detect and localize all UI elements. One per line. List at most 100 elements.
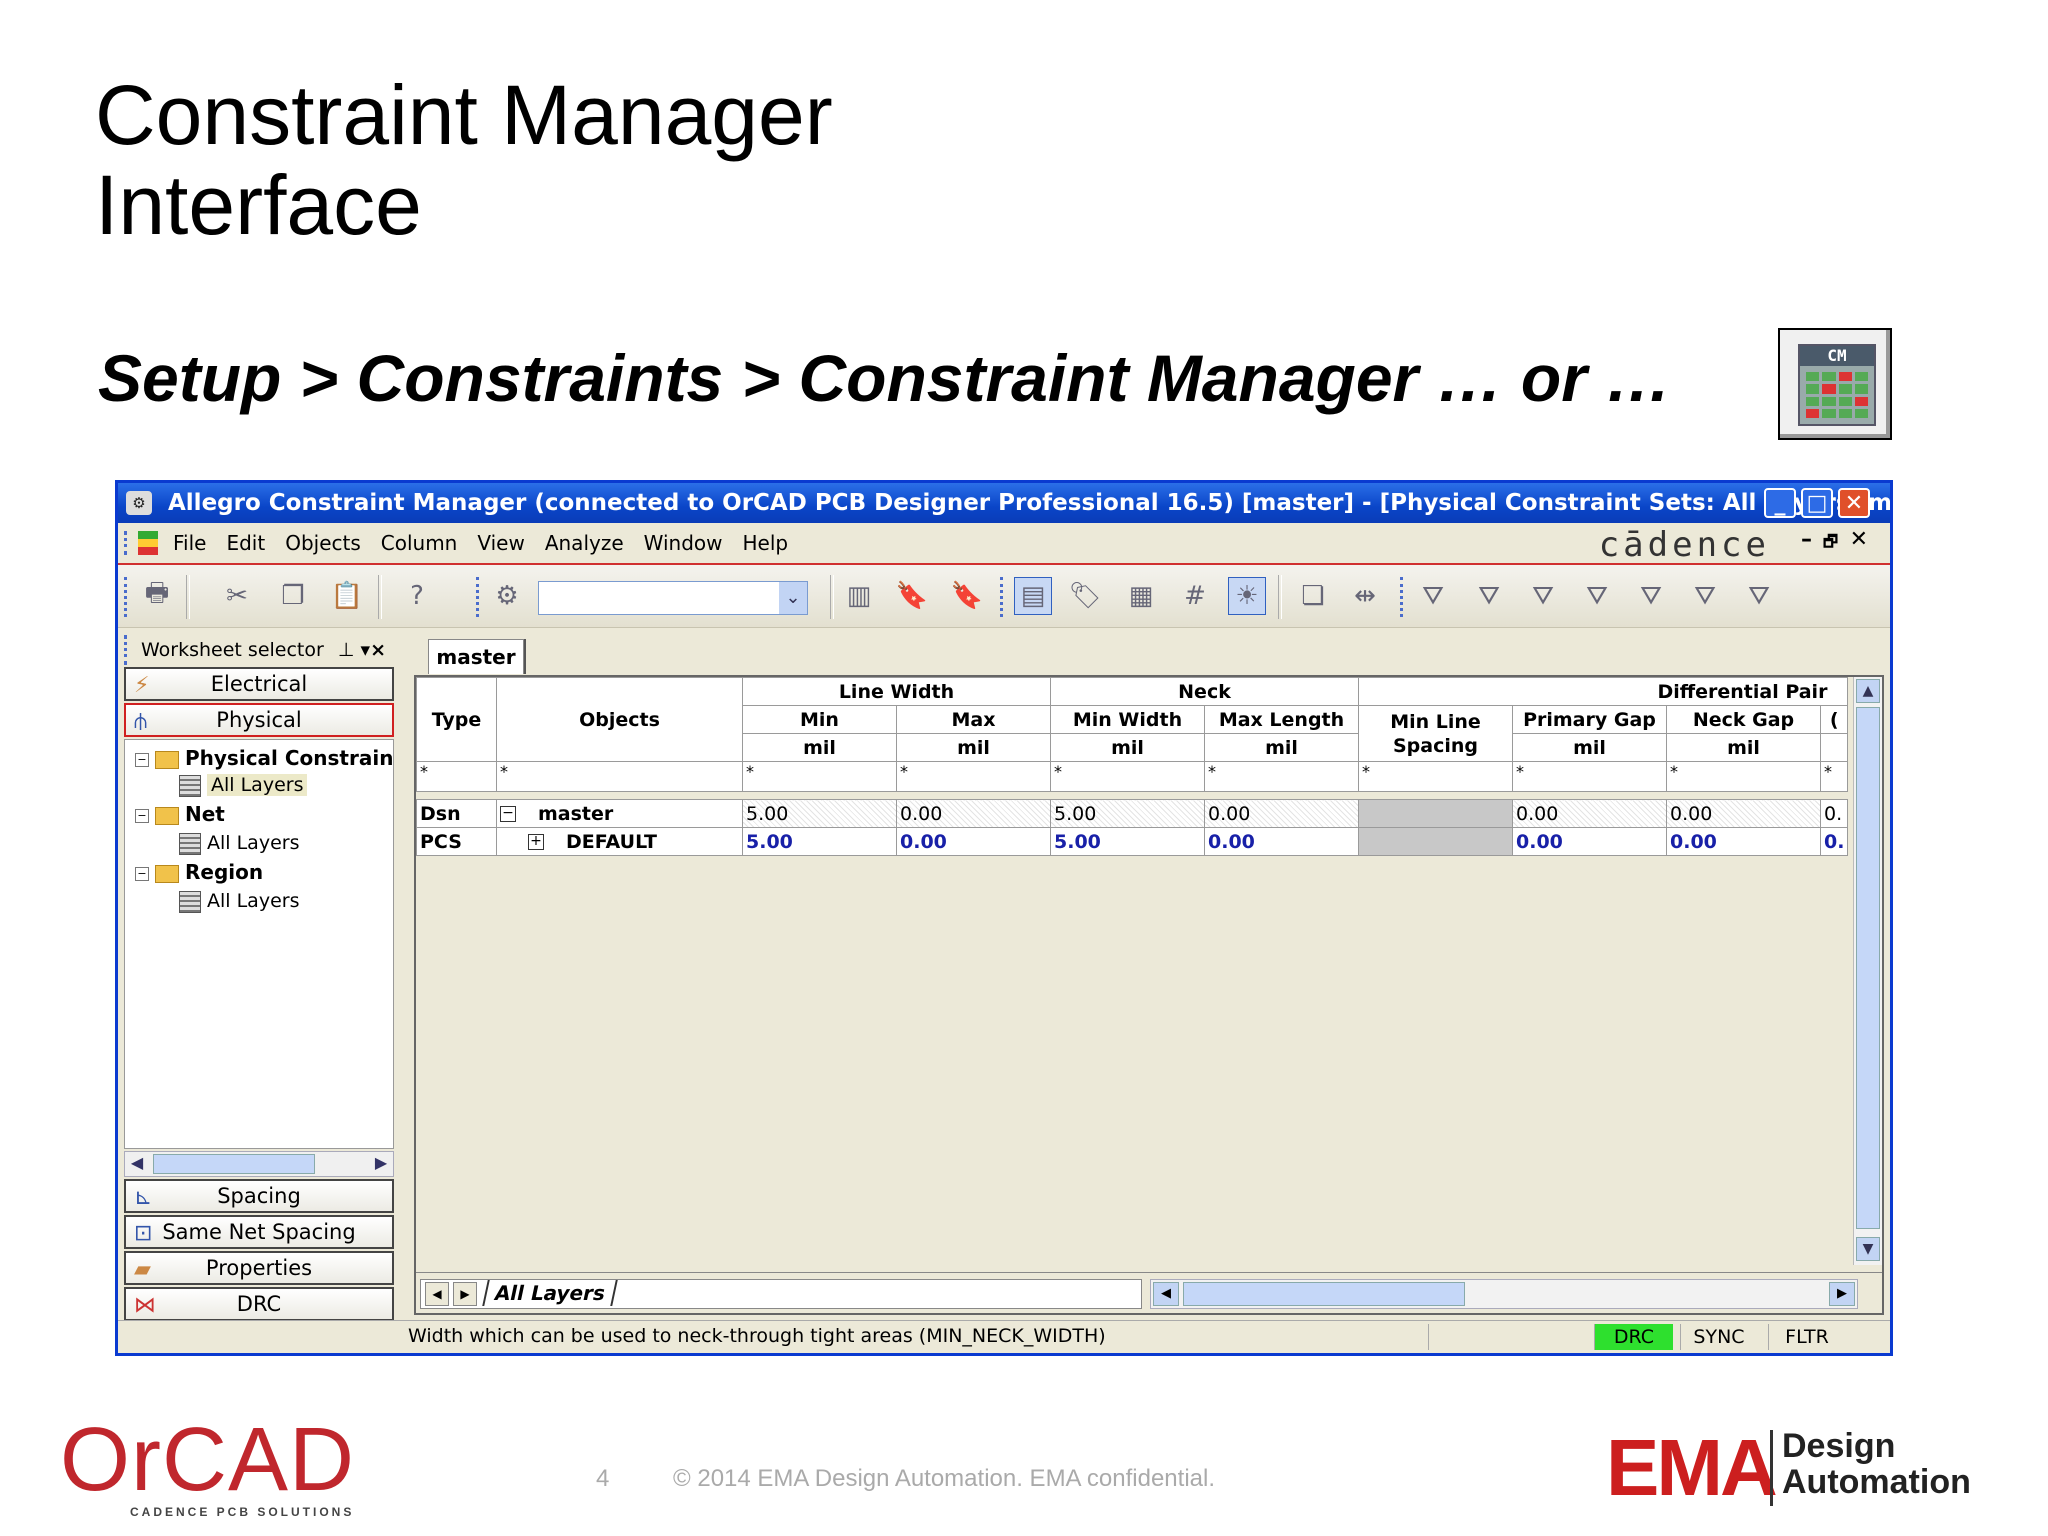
cell-neck-gap[interactable]: 0.00 [1666,799,1821,828]
collapse-icon[interactable]: − [135,866,149,881]
connect-icon[interactable]: ⇹ [1346,577,1384,615]
filter-icon[interactable]: ⛛ [1414,577,1452,615]
menu-item-window[interactable]: Window [644,531,723,555]
menu-item-file[interactable]: File [173,531,206,555]
tree-item-net[interactable]: − Net [135,802,225,826]
cell-min-line[interactable] [1358,827,1513,856]
filter-cell[interactable]: * [1512,761,1667,792]
tree-horizontal-scrollbar[interactable]: ◀ ▶ [124,1151,394,1177]
minimize-button[interactable]: _ [1764,488,1796,518]
filter-settings-icon[interactable]: ⛛ [1632,577,1670,615]
toolbar-grip[interactable] [124,577,131,617]
tab-next-icon[interactable]: ▶ [453,1282,477,1306]
menu-item-objects[interactable]: Objects [285,531,361,555]
help-icon[interactable]: ? [398,577,436,615]
toolbar-grip[interactable] [1400,577,1407,617]
object-combo[interactable]: ⌄ [538,581,808,615]
cell-object[interactable]: + DEFAULT [496,827,743,856]
group-neck[interactable]: Neck [1050,677,1359,706]
expand-icon[interactable]: + [528,834,544,850]
bookmark-down-icon[interactable]: 🔖 [893,577,931,615]
filter-color-icon[interactable]: ⛛ [1740,577,1778,615]
worksheet-view-icon[interactable]: ▤ [1014,577,1052,615]
filter-cell[interactable]: * [742,761,897,792]
filter-cell[interactable]: * [1050,761,1205,792]
menu-item-column[interactable]: Column [381,531,458,555]
filter-cell[interactable]: * [1204,761,1359,792]
cell-lw-min[interactable]: 5.00 [742,827,897,856]
constraint-manager-toolbar-icon[interactable]: CM [1778,328,1892,440]
filter-cell[interactable]: * [1358,761,1513,792]
column-objects[interactable]: Objects [496,677,743,762]
mdi-close-button[interactable]: ✕ [1850,527,1868,552]
column-neck-min-width[interactable]: Min Width [1050,705,1205,734]
column-lw-min[interactable]: Min [742,705,897,734]
cell-min-line[interactable] [1358,799,1513,828]
table-row-dsn[interactable]: Dsn − master 5.00 0.00 5.00 0.00 0.00 0.0… [416,799,1849,828]
tree-item-all-layers-net[interactable]: All Layers [179,832,299,855]
chart-icon[interactable]: ▥ [840,577,878,615]
object-select-icon[interactable]: ⚙ [488,577,526,615]
bookmark-up-icon[interactable]: 🔖 [948,577,986,615]
cell-primary-gap[interactable]: 0.00 [1512,799,1667,828]
paste-icon[interactable]: 📋 [328,577,366,615]
column-lw-max[interactable]: Max [896,705,1051,734]
cell-type[interactable]: PCS [416,827,497,856]
cell-object[interactable]: − master [496,799,743,828]
cell-lw-max[interactable]: 0.00 [896,827,1051,856]
menu-item-view[interactable]: View [477,531,524,555]
scroll-thumb[interactable] [1183,1282,1465,1306]
mdi-restore-button[interactable]: 🗗 [1823,531,1838,558]
status-sync[interactable]: SYNC [1680,1324,1757,1350]
scroll-right-icon[interactable]: ▶ [369,1152,393,1174]
table-row-pcs[interactable]: PCS + DEFAULT 5.00 0.00 5.00 0.00 0.00 0.… [416,827,1849,856]
scroll-down-icon[interactable]: ▼ [1856,1237,1880,1261]
cell-type[interactable]: Dsn [416,799,497,828]
tab-physical[interactable]: ⫛ Physical [124,703,394,737]
filter-cell[interactable]: * [416,761,497,792]
tree-item-region[interactable]: − Region [135,860,263,884]
filter-cell[interactable]: * [1666,761,1821,792]
cell-neck-gap[interactable]: 0.00 [1666,827,1821,856]
maximize-button[interactable]: □ [1801,488,1833,518]
copy-icon[interactable]: ❐ [274,577,312,615]
scroll-right-icon[interactable]: ▶ [1829,1282,1855,1306]
number-icon[interactable]: # [1176,577,1214,615]
filter-cell[interactable]: * [1819,761,1849,792]
document-icon[interactable] [138,531,158,555]
tab-all-layers[interactable]: All Layers [482,1280,618,1306]
cell-extra[interactable]: 0. [1819,799,1849,828]
cell-lw-min[interactable]: 5.00 [742,799,897,828]
filter-cell[interactable]: * [896,761,1051,792]
tree-item-physical-constraint-sets[interactable]: − Physical Constrain [135,746,393,770]
cell-neck-min[interactable]: 5.00 [1050,827,1205,856]
tree-item-all-layers-region[interactable]: All Layers [179,890,299,913]
filter-grid-icon[interactable]: ⛛ [1686,577,1724,615]
tab-spacing[interactable]: ⊾ Spacing [124,1179,394,1213]
column-cut[interactable]: ( [1819,705,1849,734]
cut-icon[interactable]: ✂ [218,577,256,615]
cell-extra[interactable]: 0. [1819,827,1849,856]
group-line-width[interactable]: Line Width [742,677,1051,706]
close-icon[interactable]: × [370,635,386,665]
print-icon[interactable]: 🖶 [138,577,176,615]
column-neck-max-length[interactable]: Max Length [1204,705,1359,734]
collapse-icon[interactable]: − [135,808,149,823]
menu-item-analyze[interactable]: Analyze [545,531,624,555]
cell-neck-min[interactable]: 5.00 [1050,799,1205,828]
column-primary-gap[interactable]: Primary Gap [1512,705,1667,734]
close-button[interactable]: ✕ [1838,488,1870,518]
tab-properties[interactable]: ▰ Properties [124,1251,394,1285]
tag-icon[interactable]: 🏷 [1066,577,1104,615]
mdi-minimize-button[interactable]: – [1801,527,1812,552]
cell-primary-gap[interactable]: 0.00 [1512,827,1667,856]
scroll-thumb[interactable] [153,1154,315,1174]
toolbar-grip[interactable] [1000,577,1007,617]
window-titlebar[interactable]: ⚙ Allegro Constraint Manager (connected … [118,483,1890,523]
menu-item-edit[interactable]: Edit [226,531,265,555]
tab-drc[interactable]: ⋈ DRC [124,1287,394,1321]
scroll-up-icon[interactable]: ▲ [1856,679,1880,703]
column-type[interactable]: Type [416,677,497,762]
filter-up-icon[interactable]: ⛛ [1578,577,1616,615]
status-drc[interactable]: DRC [1594,1324,1673,1350]
